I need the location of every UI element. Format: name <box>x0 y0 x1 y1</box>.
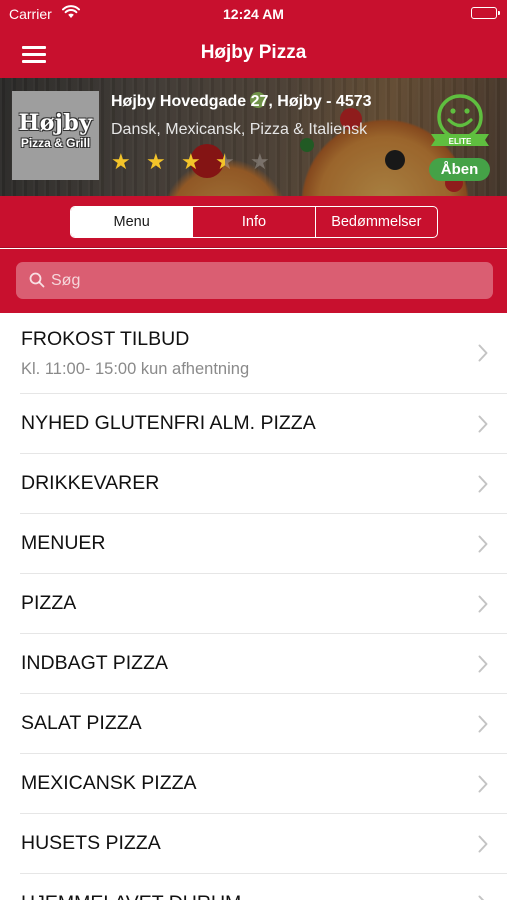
list-item[interactable]: HJEMMELAVET DURUM <box>0 874 507 900</box>
category-name: MEXICANSK PIZZA <box>21 772 197 794</box>
page-title: Højby Pizza <box>200 42 307 63</box>
chevron-right-icon <box>478 475 488 498</box>
restaurant-header: Højby Pizza & Grill Højby Hovedgade 27, … <box>0 78 507 196</box>
search-area <box>0 249 507 313</box>
tab-info[interactable]: Info <box>192 207 314 237</box>
category-name: HJEMMELAVET DURUM <box>21 892 241 900</box>
clock: 12:24 AM <box>223 6 284 22</box>
chevron-right-icon <box>478 535 488 558</box>
chevron-right-icon <box>478 715 488 738</box>
restaurant-address: Højby Hovedgade 27, Højby - 4573 <box>111 93 372 110</box>
list-item[interactable]: NYHED GLUTENFRI ALM. PIZZA <box>0 394 507 454</box>
list-item[interactable]: HUSETS PIZZA <box>0 814 507 874</box>
list-item[interactable]: FROKOST TILBUD Kl. 11:00- 15:00 kun afhe… <box>0 313 507 394</box>
category-name: INDBAGT PIZZA <box>21 652 168 674</box>
category-name: FROKOST TILBUD <box>21 328 190 350</box>
category-subtitle: Kl. 11:00- 15:00 kun afhentning <box>21 360 250 378</box>
star-full-icon: ★ <box>181 149 201 174</box>
list-item[interactable]: DRIKKEVARER <box>0 454 507 514</box>
search-input[interactable] <box>51 262 481 299</box>
navigation-bar: Højby Pizza <box>0 30 507 78</box>
chevron-right-icon <box>478 415 488 438</box>
tab-bar-area: Menu Info Bedømmelser <box>0 196 507 248</box>
status-bar: Carrier 12:24 AM <box>0 0 507 30</box>
category-name: MENUER <box>21 532 106 554</box>
star-full-icon: ★ <box>111 149 131 174</box>
elite-smiley-icon: ELITE <box>427 93 493 149</box>
tab-reviews[interactable]: Bedømmelser <box>314 207 437 237</box>
category-name: PIZZA <box>21 592 77 614</box>
menu-category-list: FROKOST TILBUD Kl. 11:00- 15:00 kun afhe… <box>0 313 507 900</box>
search-icon <box>29 272 45 293</box>
list-item[interactable]: INDBAGT PIZZA <box>0 634 507 694</box>
star-half-icon: ★ <box>215 149 235 174</box>
logo-title: Højby <box>18 110 93 136</box>
category-name: SALAT PIZZA <box>21 712 142 734</box>
list-item[interactable]: MENUER <box>0 514 507 574</box>
category-name: NYHED GLUTENFRI ALM. PIZZA <box>21 412 316 434</box>
restaurant-cuisine: Dansk, Mexicansk, Pizza & Italiensk <box>111 121 368 138</box>
star-full-icon: ★ <box>146 149 166 174</box>
elite-badge-text: ELITE <box>449 137 472 146</box>
star-empty-icon: ★ <box>250 149 270 174</box>
open-status-badge: Åben <box>429 158 490 181</box>
category-name: HUSETS PIZZA <box>21 832 161 854</box>
chevron-right-icon <box>478 344 488 367</box>
chevron-right-icon <box>478 835 488 858</box>
search-bar[interactable] <box>16 262 493 299</box>
chevron-right-icon <box>478 595 488 618</box>
list-item[interactable]: MEXICANSK PIZZA <box>0 754 507 814</box>
category-name: DRIKKEVARER <box>21 472 160 494</box>
segmented-control: Menu Info Bedømmelser <box>70 206 438 238</box>
restaurant-logo: Højby Pizza & Grill <box>12 91 99 180</box>
chevron-right-icon <box>478 895 488 900</box>
logo-subtitle: Pizza & Grill <box>20 136 91 150</box>
list-item[interactable]: PIZZA <box>0 574 507 634</box>
chevron-right-icon <box>478 655 488 678</box>
battery-icon <box>471 7 500 19</box>
tab-menu[interactable]: Menu <box>71 207 193 237</box>
list-item[interactable]: SALAT PIZZA <box>0 694 507 754</box>
chevron-right-icon <box>478 775 488 798</box>
